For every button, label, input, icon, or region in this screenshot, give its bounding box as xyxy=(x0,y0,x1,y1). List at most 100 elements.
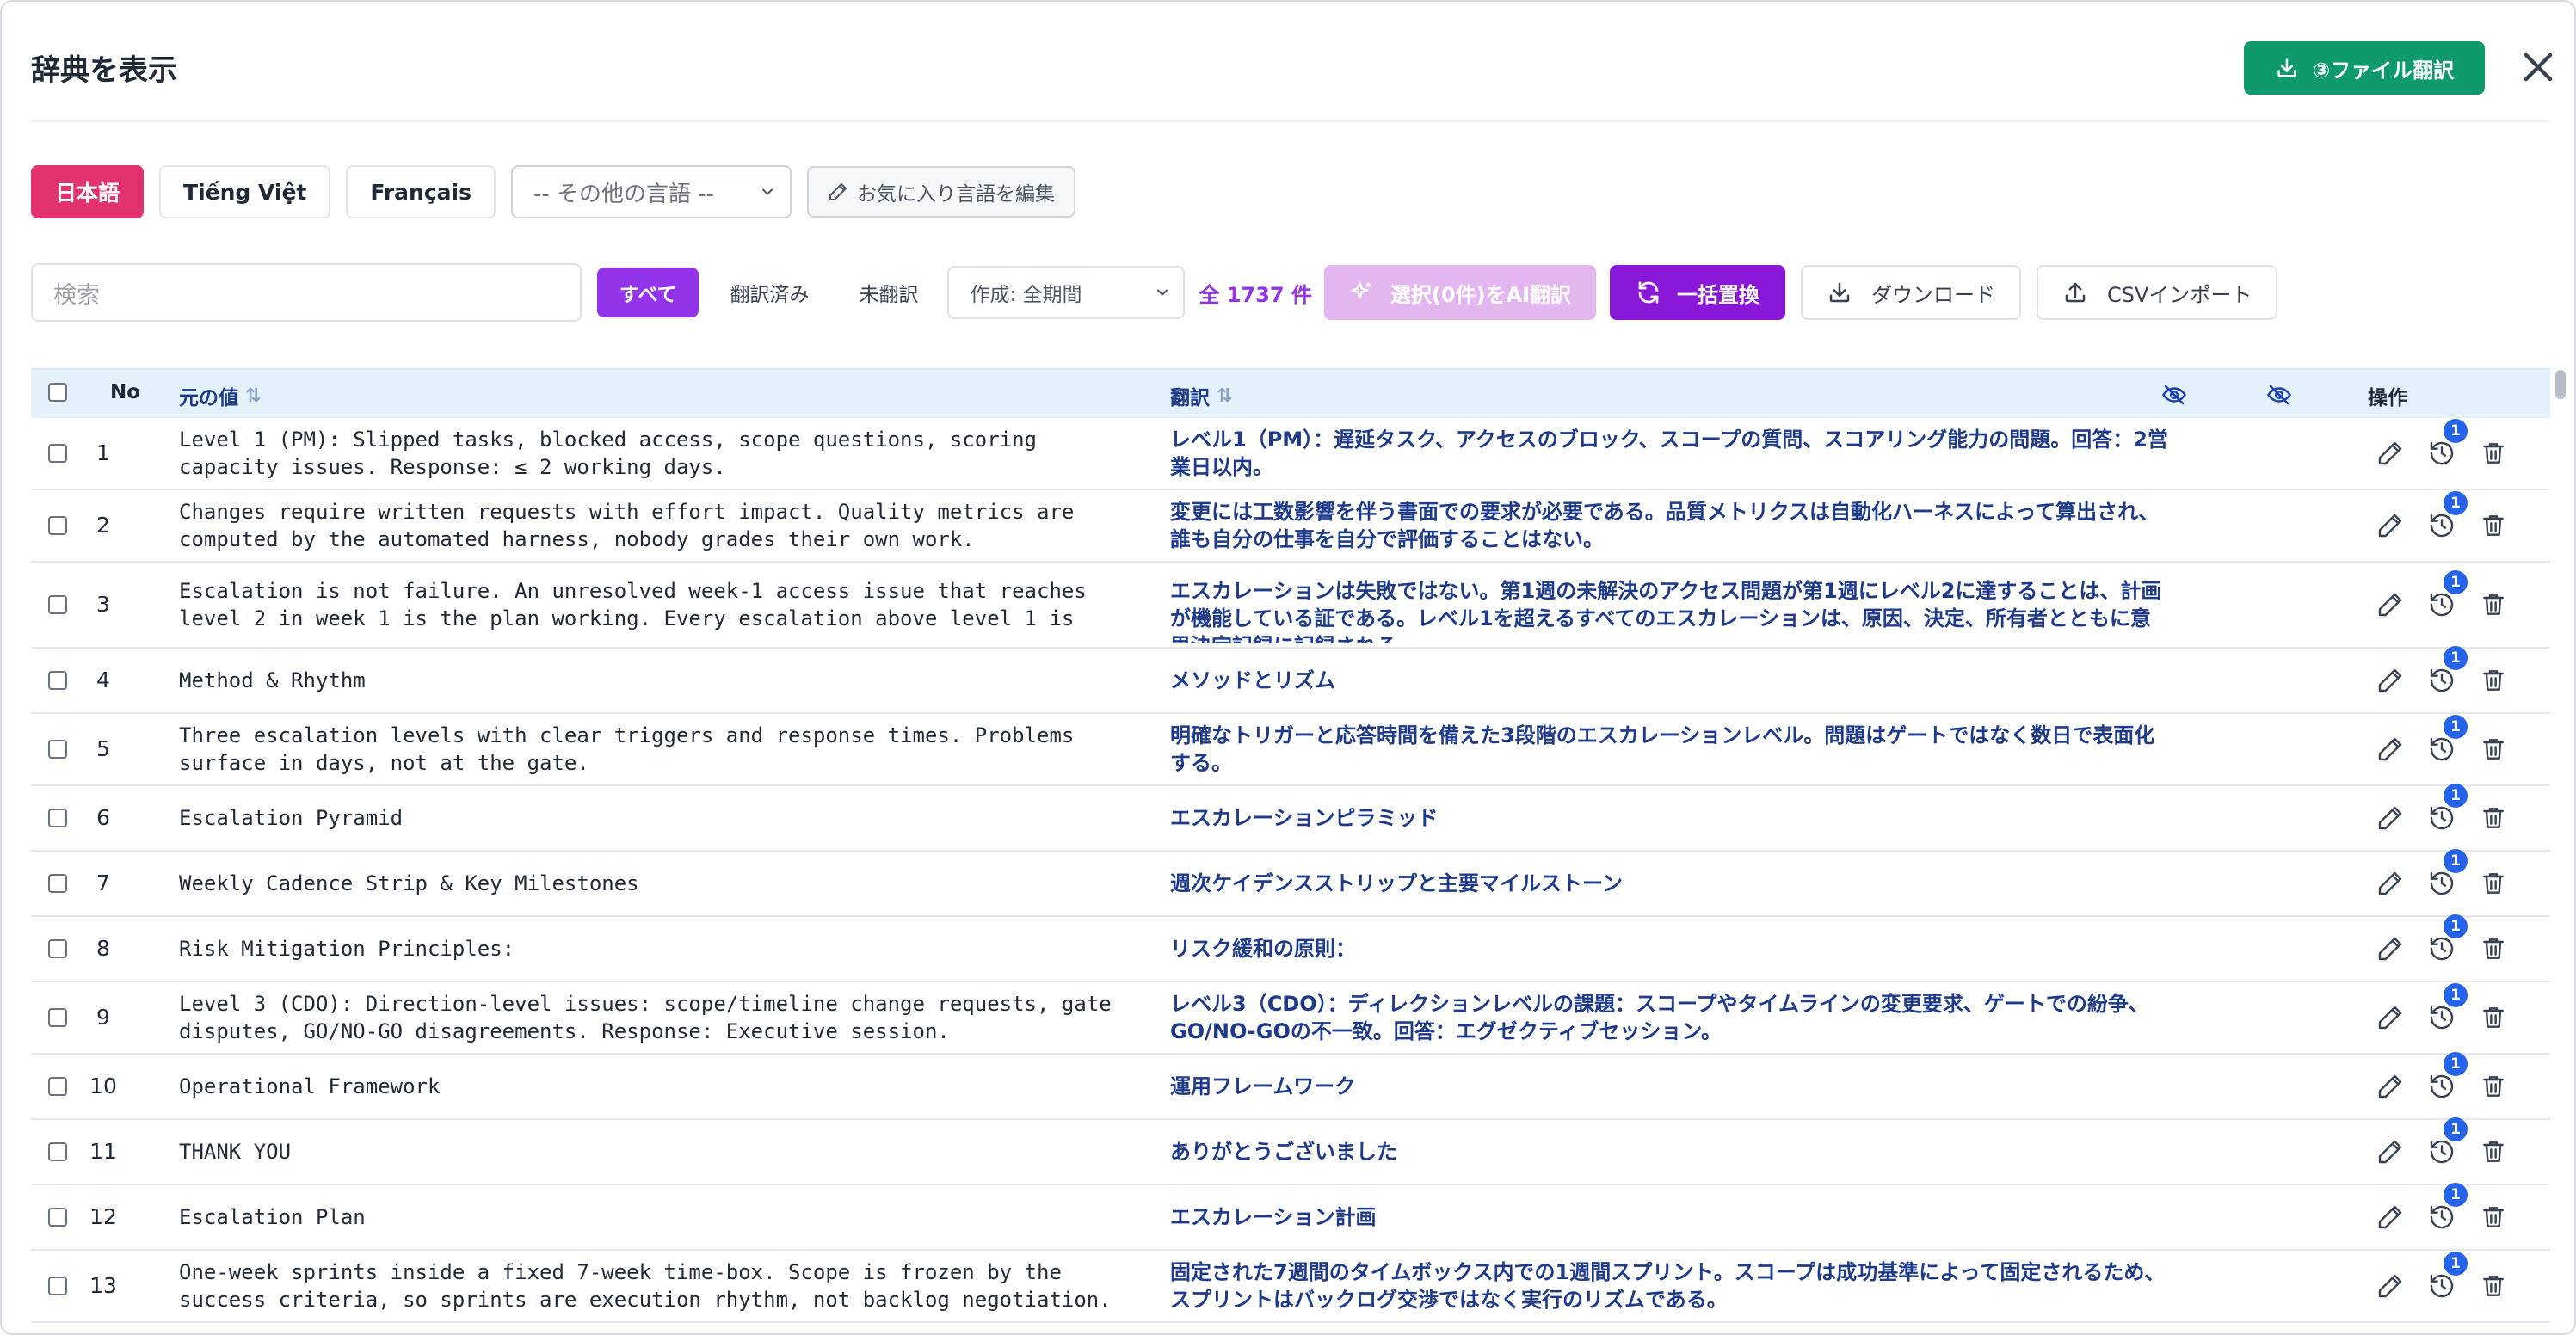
history-button[interactable]: 1 xyxy=(2428,849,2468,897)
translation-text[interactable]: 変更には工数影響を伴う書面での要求が必要である。品質メトリクスは自動化ハーネスに… xyxy=(1170,498,2168,557)
history-button[interactable]: 1 xyxy=(2428,1052,2468,1100)
history-button[interactable]: 1 xyxy=(2428,491,2468,539)
history-count-badge: 1 xyxy=(2444,1183,2468,1207)
edit-pencil-icon[interactable] xyxy=(2376,735,2404,763)
other-language-select[interactable]: -- その他の言語 -- xyxy=(511,165,792,218)
history-count-badge: 1 xyxy=(2444,491,2468,515)
period-select-value: 作成: 全期間 xyxy=(970,284,1082,306)
history-button[interactable]: 1 xyxy=(2428,419,2468,467)
bulk-replace-button[interactable]: 一括置換 xyxy=(1610,265,1785,320)
translation-text[interactable]: エスカレーションピラミッド xyxy=(1170,804,2168,846)
trash-icon[interactable] xyxy=(2480,1203,2507,1231)
history-icon xyxy=(2430,1006,2454,1030)
trash-icon[interactable] xyxy=(2480,667,2507,694)
source-text: Method & Rhythm xyxy=(179,668,366,692)
row-actions: 1 xyxy=(2376,715,2507,763)
history-button[interactable]: 1 xyxy=(2428,983,2468,1031)
translation-text[interactable]: 運用フレームワーク xyxy=(1170,1073,2168,1115)
history-button[interactable]: 1 xyxy=(2428,1183,2468,1231)
edit-pencil-icon[interactable] xyxy=(2376,512,2404,539)
history-button[interactable]: 1 xyxy=(2428,570,2468,618)
refresh-icon xyxy=(1638,281,1659,304)
toolbar: 検索 すべて 翻訳済み 未翻訳 作成: 全期間 全 1737 件 選択(0件)を… xyxy=(31,263,2278,322)
row-number: 9 xyxy=(96,1005,110,1030)
edit-favorite-languages-label: お気に入り言語を編集 xyxy=(857,183,1055,206)
translation-text[interactable]: リスク緩和の原則： xyxy=(1170,935,2168,977)
edit-pencil-icon[interactable] xyxy=(2376,804,2404,832)
history-button[interactable]: 1 xyxy=(2428,1117,2468,1166)
translation-text[interactable]: メソッドとリズム xyxy=(1170,667,2168,709)
csv-import-label: CSVインポート xyxy=(2107,282,2252,307)
translation-text[interactable]: エスカレーション計画 xyxy=(1170,1203,2168,1246)
upload-icon xyxy=(2065,282,2086,303)
translation-text[interactable]: エスカレーションは失敗ではない。第1週の未解決のアクセス問題が第1週にレベル2に… xyxy=(1170,577,2168,643)
translation-text[interactable]: レベル3（CDO）：ディレクションレベルの課題：スコープやタイムラインの変更要求… xyxy=(1170,990,2168,1049)
ai-translate-selected-button[interactable]: 選択(0件)をAI翻訳 xyxy=(1324,265,1596,320)
bulk-replace-label: 一括置換 xyxy=(1677,282,1759,307)
history-button[interactable]: 1 xyxy=(2428,914,2468,963)
edit-pencil-icon[interactable] xyxy=(2376,1073,2404,1100)
edit-pencil-icon[interactable] xyxy=(2376,440,2404,467)
trash-icon[interactable] xyxy=(2480,735,2507,763)
filter-untranslated-button[interactable]: 未翻訳 xyxy=(840,268,937,317)
csv-import-button[interactable]: CSVインポート xyxy=(2037,265,2278,320)
history-icon xyxy=(2430,668,2454,692)
filter-translated-button[interactable]: 翻訳済み xyxy=(711,268,828,317)
language-tab-french[interactable]: Français xyxy=(346,165,496,218)
download-icon xyxy=(2277,58,2296,77)
edit-pencil-icon[interactable] xyxy=(2376,667,2404,694)
edit-pencil-icon[interactable] xyxy=(2376,1138,2404,1166)
column-header-source[interactable]: 元の値 ⇅ xyxy=(179,381,261,410)
file-translate-button[interactable]: ③ファイル翻訳 xyxy=(2244,41,2485,95)
source-text: Three escalation levels with clear trigg… xyxy=(179,723,1075,775)
row-number: 2 xyxy=(96,513,110,538)
edit-pencil-icon[interactable] xyxy=(2376,1004,2404,1031)
select-all-checkbox[interactable] xyxy=(48,383,67,402)
scrollbar-track[interactable] xyxy=(2552,368,2569,1333)
pencil-icon xyxy=(829,183,847,200)
row-number: 10 xyxy=(89,1074,117,1098)
translation-text[interactable]: ありがとうございました xyxy=(1170,1138,2168,1180)
history-count-badge: 1 xyxy=(2444,1117,2468,1141)
history-button[interactable]: 1 xyxy=(2428,646,2468,694)
trash-icon[interactable] xyxy=(2480,1272,2507,1300)
language-bar: 日本語 Tiếng Việt Français -- その他の言語 -- お気に… xyxy=(31,165,1075,218)
edit-pencil-icon[interactable] xyxy=(2376,935,2404,963)
language-tab-japanese[interactable]: 日本語 xyxy=(31,165,145,218)
close-icon[interactable] xyxy=(2517,46,2559,88)
edit-pencil-icon[interactable] xyxy=(2376,1203,2404,1231)
history-icon xyxy=(2430,441,2454,465)
trash-icon[interactable] xyxy=(2480,591,2507,618)
eye-off-icon[interactable] xyxy=(2161,382,2187,408)
edit-pencil-icon[interactable] xyxy=(2376,1272,2404,1300)
edit-favorite-languages-button[interactable]: お気に入り言語を編集 xyxy=(807,166,1075,218)
trash-icon[interactable] xyxy=(2480,804,2507,832)
edit-pencil-icon[interactable] xyxy=(2376,870,2404,897)
history-button[interactable]: 1 xyxy=(2428,784,2468,832)
download-button[interactable]: ダウンロード xyxy=(1801,265,2021,320)
translation-text[interactable]: レベル1（PM）：遅延タスク、アクセスのブロック、スコープの質問、スコアリング能… xyxy=(1170,426,2168,485)
eye-off-icon[interactable] xyxy=(2266,382,2292,408)
column-header-translation[interactable]: 翻訳 ⇅ xyxy=(1170,381,1232,410)
period-select[interactable]: 作成: 全期間 xyxy=(947,266,1186,319)
trash-icon[interactable] xyxy=(2480,1138,2507,1166)
trash-icon[interactable] xyxy=(2480,512,2507,539)
translation-text[interactable]: 週次ケイデンスストリップと主要マイルストーン xyxy=(1170,870,2168,912)
trash-icon[interactable] xyxy=(2480,1073,2507,1100)
translation-text[interactable]: 明確なトリガーと応答時間を備えた3段階のエスカレーションレベル。問題はゲートでは… xyxy=(1170,722,2168,781)
translation-text[interactable]: 固定された7週間のタイムボックス内での1週間スプリント。スコープは成功基準によっ… xyxy=(1170,1258,2168,1318)
trash-icon[interactable] xyxy=(2480,870,2507,897)
trash-icon[interactable] xyxy=(2480,440,2507,467)
language-tab-vietnamese[interactable]: Tiếng Việt xyxy=(159,165,331,218)
history-button[interactable]: 1 xyxy=(2428,1252,2468,1300)
trash-icon[interactable] xyxy=(2480,935,2507,963)
history-button[interactable]: 1 xyxy=(2428,715,2468,763)
scrollbar-thumb[interactable] xyxy=(2555,370,2566,399)
search-input[interactable]: 検索 xyxy=(31,263,582,322)
column-header-actions: 操作 xyxy=(2368,387,2407,409)
source-text: THANK YOU xyxy=(179,1140,292,1164)
row-actions: 1 xyxy=(2376,419,2507,467)
edit-pencil-icon[interactable] xyxy=(2376,591,2404,618)
filter-all-button[interactable]: すべて xyxy=(597,268,699,317)
trash-icon[interactable] xyxy=(2480,1004,2507,1031)
